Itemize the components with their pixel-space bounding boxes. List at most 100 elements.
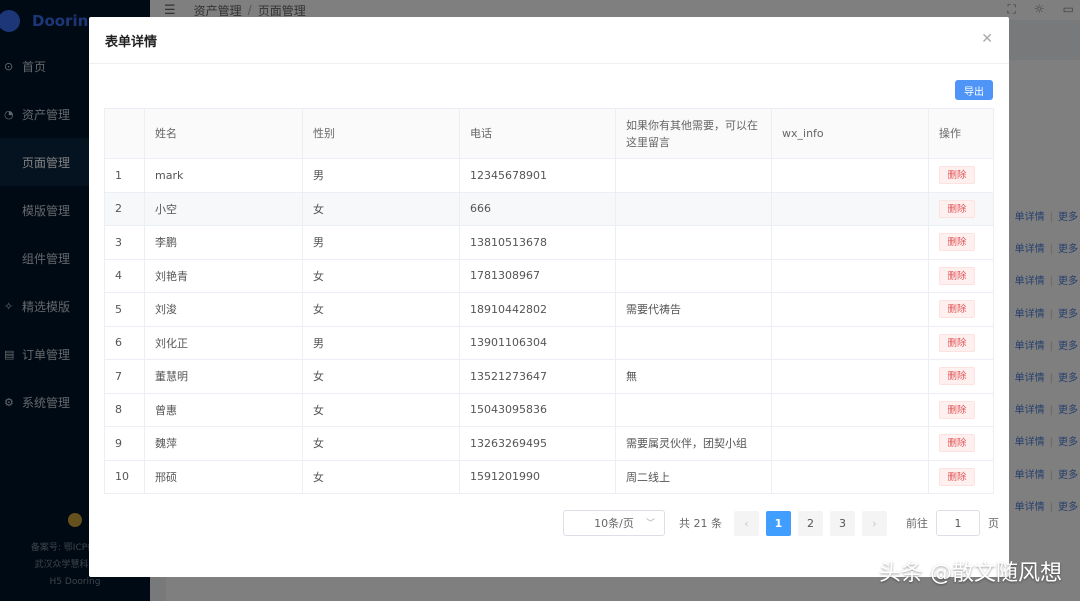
- cell-phone: 1591201990: [459, 459, 616, 494]
- modal-title: 表单详情: [105, 34, 158, 50]
- cell-wx-info: [771, 158, 929, 193]
- delete-button[interactable]: 删除: [939, 400, 975, 419]
- row-index: 7: [104, 359, 145, 394]
- cell-name: 魏萍: [144, 426, 303, 461]
- cell-note: [615, 158, 772, 193]
- row-index: 9: [104, 426, 145, 461]
- table-row: 10 邢硕女 1591201990 周二线上 删除: [104, 459, 994, 494]
- delete-button[interactable]: 删除: [939, 233, 975, 252]
- page-size-select[interactable]: 10条/页 ﹀: [563, 510, 665, 536]
- goto-page-input[interactable]: [936, 510, 980, 536]
- table-row: 3 李鹏男 13810513678 删除: [104, 225, 994, 260]
- cell-gender: 女: [302, 258, 460, 293]
- modal-header: 表单详情: [89, 17, 1009, 64]
- page-button-2[interactable]: 2: [798, 510, 823, 536]
- cell-note: 需要属灵伙伴，团契小组: [615, 426, 772, 461]
- row-index: 4: [104, 258, 145, 293]
- table-row: 2 小空女 666 删除: [104, 191, 994, 226]
- cell-phone: 15043095836: [459, 392, 616, 427]
- cell-gender: 女: [302, 392, 460, 427]
- cell-wx-info: [771, 392, 929, 427]
- cell-phone: 12345678901: [459, 158, 616, 193]
- cell-actions: 删除: [928, 158, 994, 193]
- table-row: 7 董慧明女 13521273647 無 删除: [104, 359, 994, 394]
- watermark: 头条 @散文随风想: [879, 561, 1062, 586]
- cell-wx-info: [771, 459, 929, 494]
- cell-actions: 删除: [928, 191, 994, 226]
- delete-button[interactable]: 删除: [939, 266, 975, 285]
- cell-gender: 男: [302, 325, 460, 360]
- delete-button[interactable]: 删除: [939, 199, 975, 218]
- table-row: 9 魏萍女 13263269495 需要属灵伙伴，团契小组 删除: [104, 426, 994, 461]
- close-icon[interactable]: ✕: [981, 31, 993, 47]
- column-header-gender: 性别: [302, 108, 460, 159]
- cell-note: [615, 392, 772, 427]
- delete-button[interactable]: 删除: [939, 467, 975, 486]
- chevron-down-icon: ﹀: [645, 519, 655, 529]
- cell-note: [615, 191, 772, 226]
- table-row: 5 刘浚女 18910442802 需要代祷告 删除: [104, 292, 994, 327]
- cell-gender: 女: [302, 191, 460, 226]
- cell-gender: 女: [302, 426, 460, 461]
- cell-name: mark: [144, 158, 303, 193]
- delete-button[interactable]: 删除: [939, 300, 975, 319]
- delete-button[interactable]: 删除: [939, 367, 975, 386]
- column-header-actions: 操作: [928, 108, 994, 159]
- table-row: 1 mark 男 12345678901 删除: [104, 158, 994, 193]
- column-header-phone: 电话: [459, 108, 616, 159]
- export-button[interactable]: 导出: [955, 80, 993, 100]
- cell-phone: 1781308967: [459, 258, 616, 293]
- cell-gender: 男: [302, 158, 460, 193]
- column-header-note: 如果你有其他需要，可以在这里留言: [615, 108, 772, 159]
- cell-wx-info: [771, 359, 929, 394]
- next-page-button[interactable]: ›: [862, 510, 887, 536]
- cell-phone: 666: [459, 191, 616, 226]
- table-row: 8 曾惠女 15043095836 删除: [104, 392, 994, 427]
- goto-label: 前往: [906, 517, 928, 530]
- cell-name: 刘浚: [144, 292, 303, 327]
- cell-wx-info: [771, 426, 929, 461]
- cell-actions: 删除: [928, 359, 994, 394]
- row-index: 3: [104, 225, 145, 260]
- cell-actions: 删除: [928, 292, 994, 327]
- form-detail-modal: 表单详情 ✕ 导出 姓名 性别 电话 如果你有其他需要，可以在这里留言 wx_i…: [89, 17, 1009, 577]
- row-index: 10: [104, 459, 145, 494]
- delete-button[interactable]: 删除: [939, 166, 975, 185]
- cell-actions: 删除: [928, 225, 994, 260]
- cell-name: 李鹏: [144, 225, 303, 260]
- table-row: 4 刘艳青女 1781308967 删除: [104, 258, 994, 293]
- cell-gender: 女: [302, 292, 460, 327]
- cell-actions: 删除: [928, 325, 994, 360]
- cell-phone: 13901106304: [459, 325, 616, 360]
- column-header-index: [104, 108, 145, 159]
- cell-gender: 女: [302, 359, 460, 394]
- row-index: 1: [104, 158, 145, 193]
- cell-note: [615, 225, 772, 260]
- cell-phone: 13263269495: [459, 426, 616, 461]
- total-count: 共 21 条: [679, 517, 722, 530]
- cell-note: [615, 258, 772, 293]
- page-button-3[interactable]: 3: [830, 510, 855, 536]
- cell-name: 董慧明: [144, 359, 303, 394]
- cell-name: 邢硕: [144, 459, 303, 494]
- row-index: 5: [104, 292, 145, 327]
- cell-actions: 删除: [928, 426, 994, 461]
- page-size-value: 10条/页: [594, 517, 634, 530]
- delete-button[interactable]: 删除: [939, 333, 975, 352]
- cell-name: 刘化正: [144, 325, 303, 360]
- delete-button[interactable]: 删除: [939, 434, 975, 453]
- column-header-name: 姓名: [144, 108, 303, 159]
- cell-gender: 男: [302, 225, 460, 260]
- cell-gender: 女: [302, 459, 460, 494]
- cell-note: 無: [615, 359, 772, 394]
- cell-name: 曾惠: [144, 392, 303, 427]
- row-index: 8: [104, 392, 145, 427]
- page-button-1[interactable]: 1: [766, 510, 791, 536]
- cell-actions: 删除: [928, 392, 994, 427]
- page-unit-label: 页: [988, 517, 999, 530]
- cell-wx-info: [771, 258, 929, 293]
- cell-wx-info: [771, 191, 929, 226]
- prev-page-button[interactable]: ‹: [734, 510, 759, 536]
- table-row: 6 刘化正男 13901106304 删除: [104, 325, 994, 360]
- cell-wx-info: [771, 292, 929, 327]
